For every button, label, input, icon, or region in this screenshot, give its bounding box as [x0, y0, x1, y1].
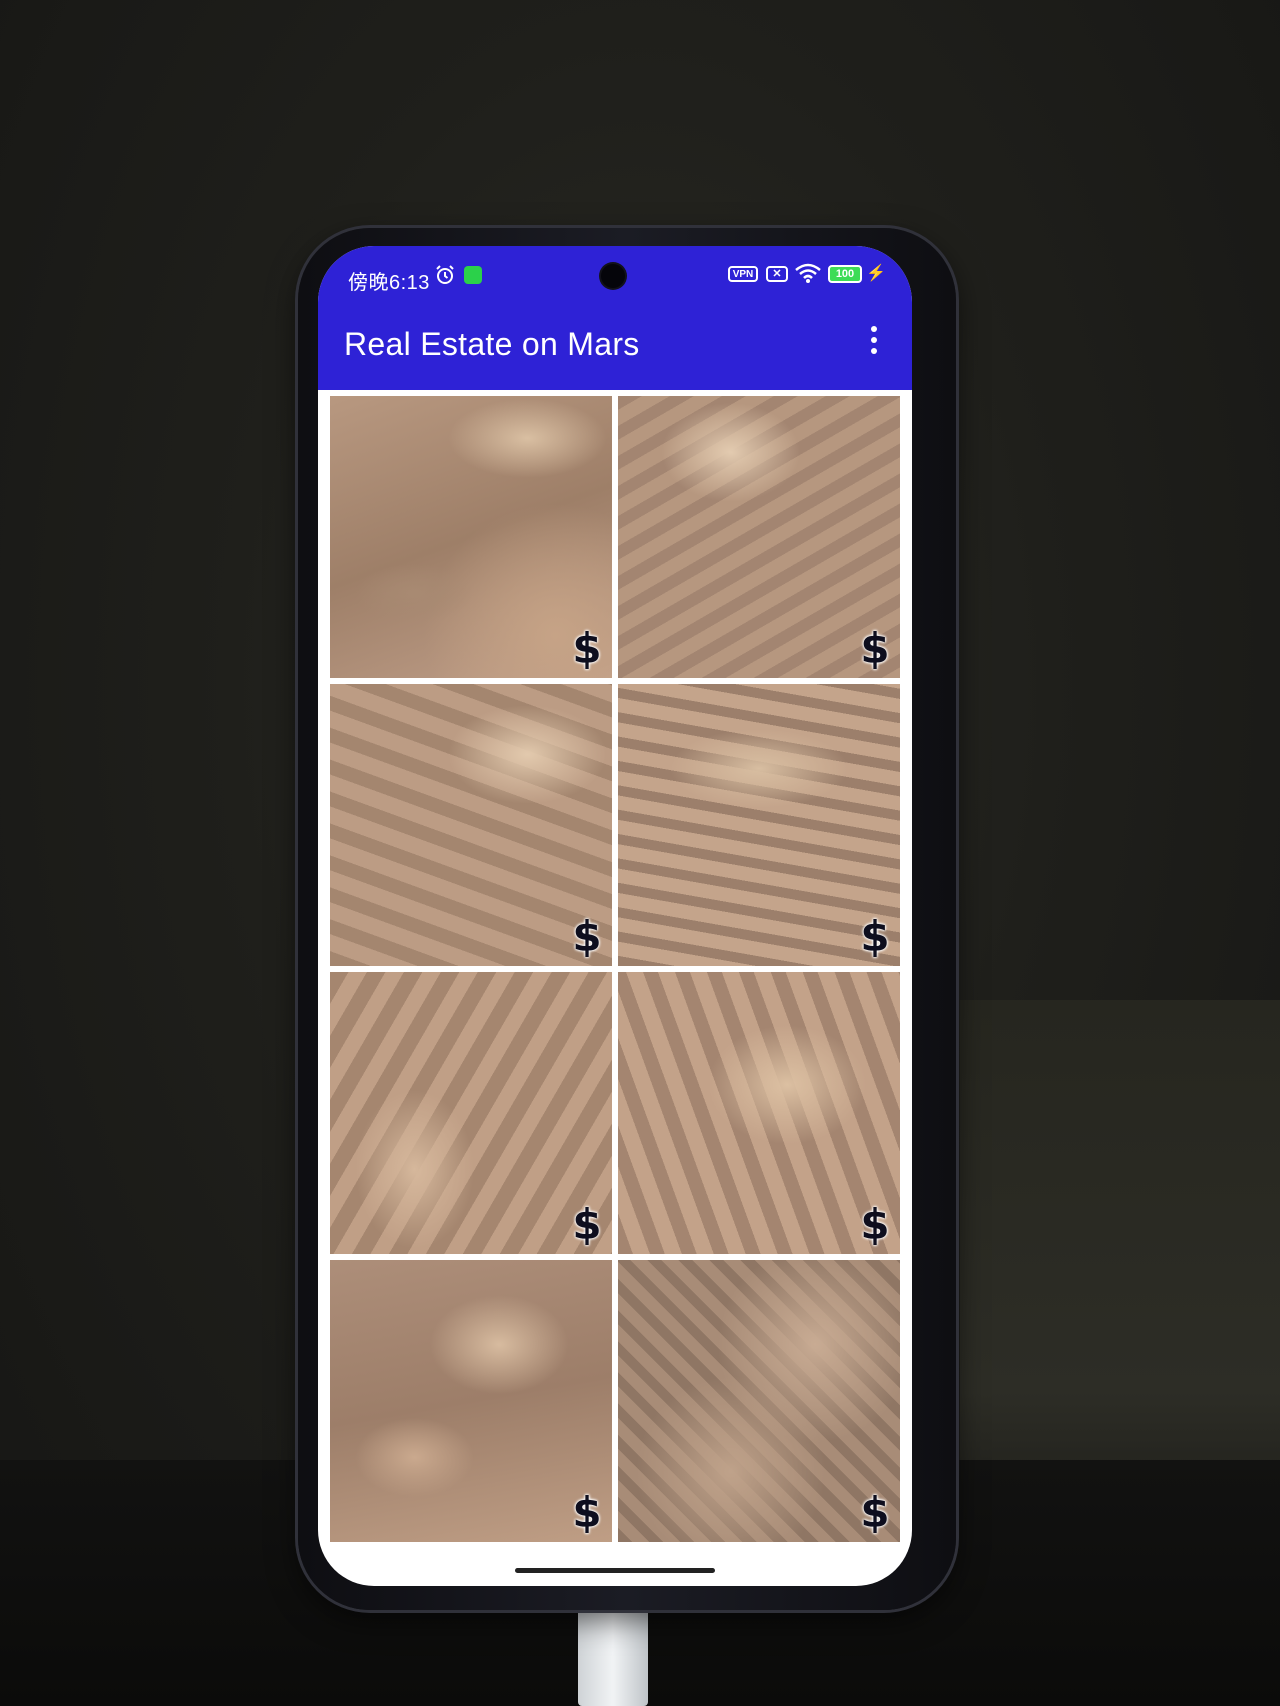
battery-icon: 100: [828, 265, 862, 283]
menu-dot: [871, 326, 877, 332]
app-notification-icon: [464, 266, 482, 284]
dollar-icon: $: [572, 624, 602, 673]
property-tile[interactable]: $: [330, 684, 612, 966]
property-grid: $ $ $ $ $ $ $ $: [330, 396, 900, 1586]
menu-dot: [871, 348, 877, 354]
app-title: Real Estate on Mars: [344, 326, 640, 362]
dollar-icon: $: [860, 1200, 890, 1249]
wifi-icon: [795, 263, 821, 283]
charging-icon: ⚡: [866, 265, 886, 282]
overflow-menu-icon[interactable]: [860, 318, 888, 362]
property-tile[interactable]: $: [618, 1260, 900, 1542]
phone-screen: 傍晚6:13 VPN ✕ 100 ⚡ Real Estate on Mars $…: [318, 246, 912, 1586]
alarm-icon: [436, 265, 454, 284]
dollar-icon: $: [572, 912, 602, 961]
dollar-icon: $: [860, 624, 890, 673]
front-camera: [601, 264, 625, 288]
property-tile[interactable]: $: [618, 396, 900, 678]
property-tile[interactable]: $: [330, 396, 612, 678]
app-bar: Real Estate on Mars: [318, 304, 912, 390]
status-bar: 傍晚6:13 VPN ✕ 100 ⚡: [318, 246, 912, 304]
property-tile[interactable]: $: [618, 972, 900, 1254]
menu-dot: [871, 337, 877, 343]
dollar-icon: $: [860, 1488, 890, 1537]
sim-icon: ✕: [766, 266, 788, 282]
property-tile[interactable]: $: [330, 972, 612, 1254]
status-time: 傍晚6:13: [348, 272, 430, 294]
gesture-nav-handle[interactable]: [515, 1568, 715, 1573]
dollar-icon: $: [572, 1200, 602, 1249]
property-tile[interactable]: $: [330, 1260, 612, 1542]
dollar-icon: $: [572, 1488, 602, 1537]
usb-cable: [578, 1608, 648, 1706]
property-tile[interactable]: $: [618, 684, 900, 966]
vpn-icon: VPN: [728, 266, 758, 282]
dollar-icon: $: [860, 912, 890, 961]
